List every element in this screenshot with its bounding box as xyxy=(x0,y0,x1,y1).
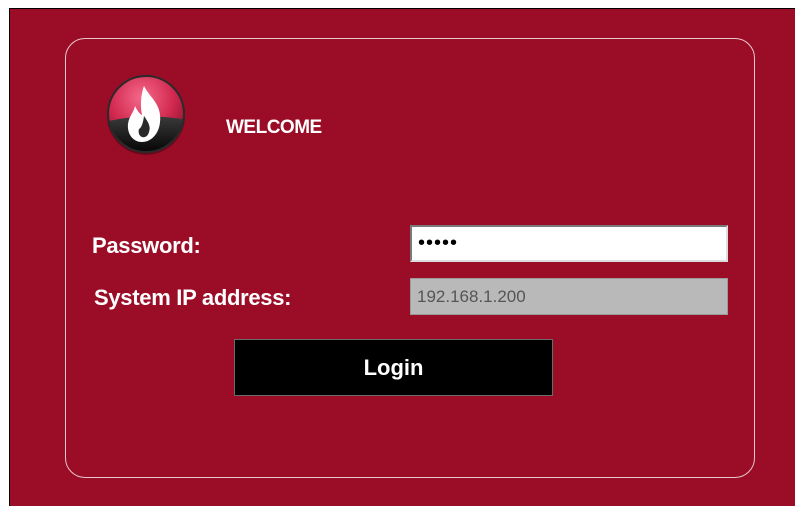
system-ip-label: System IP address: xyxy=(94,285,292,310)
welcome-heading: WELCOME xyxy=(226,117,322,138)
password-label: Password: xyxy=(92,233,201,258)
system-ip-field[interactable] xyxy=(410,278,728,315)
flame-logo-icon xyxy=(107,75,185,155)
login-panel: WELCOME Password: System IP address: Log… xyxy=(65,38,755,478)
login-button[interactable]: Login xyxy=(234,339,553,396)
login-page: WELCOME Password: System IP address: Log… xyxy=(9,8,795,506)
password-field[interactable] xyxy=(410,225,728,262)
